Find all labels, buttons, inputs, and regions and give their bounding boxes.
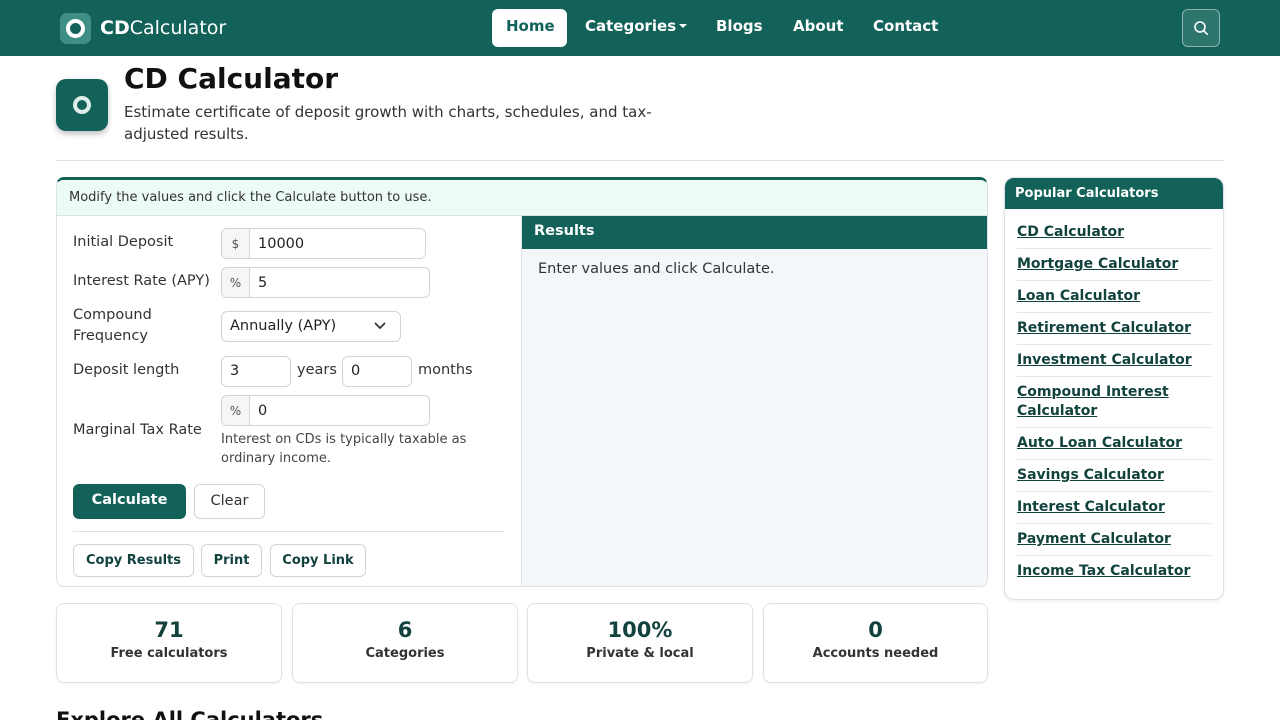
stat-label: Private & local [586,646,694,661]
page-subtitle: Estimate certificate of deposit growth w… [124,103,652,143]
copy-link-button[interactable]: Copy Link [270,544,366,577]
stat-label: Categories [365,646,445,661]
percent-prefix: % [222,396,250,425]
stat-value: 6 [397,618,413,642]
interest-rate-input[interactable]: % 5 [221,267,430,298]
stat-card-private: 100% Private & local [527,603,753,683]
sidebar-link-interest[interactable]: Interest Calculator [1017,492,1211,524]
brand-name: CDCalculator [100,17,227,39]
marginal-tax-label: Marginal Tax Rate [73,422,202,438]
results-heading: Results [522,216,987,249]
nav-blogs[interactable]: Blogs [702,9,777,47]
copy-results-button[interactable]: Copy Results [73,544,194,577]
calculator-logo-icon [56,79,108,131]
sidebar-link-income-tax[interactable]: Income Tax Calculator [1017,556,1211,587]
stat-label: Free calculators [110,646,228,661]
calculate-button[interactable]: Calculate [73,484,186,519]
sidebar-link-payment[interactable]: Payment Calculator [1017,524,1211,556]
interest-rate-label: Interest Rate (APY) [73,273,210,289]
brand-link[interactable]: CDCalculator [60,12,226,44]
popular-calculators-sidebar: Popular Calculators CD Calculator Mortga… [1004,177,1224,600]
stat-value: 0 [868,618,883,642]
page-title: CD Calculator [124,62,339,95]
sidebar-heading: Popular Calculators [1005,178,1223,209]
stat-card-calculators: 71 Free calculators [56,603,282,683]
stat-card-categories: 6 Categories [292,603,518,683]
tax-help-text: Interest on CDs is typically taxable as … [221,432,467,466]
nav-categories[interactable]: Categories [571,9,701,47]
caret-down-icon [679,23,688,28]
nav-contact[interactable]: Contact [859,9,952,47]
marginal-tax-value: 0 [258,402,268,419]
dollar-prefix: $ [222,229,250,258]
chevron-down-icon [374,322,386,330]
calculator-card: Modify the values and click the Calculat… [56,177,988,587]
nav-about[interactable]: About [779,9,858,47]
search-icon [1194,21,1208,35]
compound-frequency-select[interactable]: Annually (APY) [221,311,401,342]
deposit-months-input[interactable]: 0 [342,356,412,387]
navbar: CDCalculator Home Categories Blogs About… [0,0,1280,56]
sidebar-link-compound-interest[interactable]: Compound Interest Calculator [1017,377,1211,428]
sidebar-list: CD Calculator Mortgage Calculator Loan C… [1005,209,1223,587]
brand-logo-icon [60,12,91,44]
sidebar-link-savings[interactable]: Savings Calculator [1017,460,1211,492]
initial-deposit-value: 10000 [258,235,305,252]
results-panel: Results Enter values and click Calculate… [522,216,987,586]
usage-notice: Modify the values and click the Calculat… [57,180,987,216]
sidebar-link-auto-loan[interactable]: Auto Loan Calculator [1017,428,1211,460]
stat-value: 100% [607,618,673,642]
nav-home[interactable]: Home [492,9,567,47]
deposit-length-label: Deposit length [73,362,180,378]
stat-value: 71 [154,618,184,642]
results-message: Enter values and click Calculate. [538,261,775,277]
months-unit: months [418,362,473,378]
initial-deposit-input[interactable]: $ 10000 [221,228,426,259]
interest-rate-value: 5 [258,274,268,291]
search-button[interactable] [1182,9,1220,47]
explore-heading: Explore All Calculators [56,708,324,720]
stat-label: Accounts needed [812,646,939,661]
actions-divider [73,531,505,532]
clear-button[interactable]: Clear [194,484,265,519]
calculator-form: Initial Deposit $ 10000 Interest Rate (A… [57,216,522,586]
deposit-years-input[interactable]: 3 [221,356,291,387]
print-button[interactable]: Print [201,544,262,577]
sidebar-link-loan[interactable]: Loan Calculator [1017,281,1211,313]
percent-prefix: % [222,268,250,297]
sidebar-link-retirement[interactable]: Retirement Calculator [1017,313,1211,345]
compound-frequency-label: Compound Frequency [73,307,152,344]
header-divider [56,160,1224,161]
marginal-tax-input[interactable]: % 0 [221,395,430,426]
initial-deposit-label: Initial Deposit [73,234,174,250]
sidebar-link-investment[interactable]: Investment Calculator [1017,345,1211,377]
stat-card-accounts: 0 Accounts needed [763,603,988,683]
years-unit: years [297,362,337,378]
sidebar-link-cd[interactable]: CD Calculator [1017,217,1211,249]
sidebar-link-mortgage[interactable]: Mortgage Calculator [1017,249,1211,281]
